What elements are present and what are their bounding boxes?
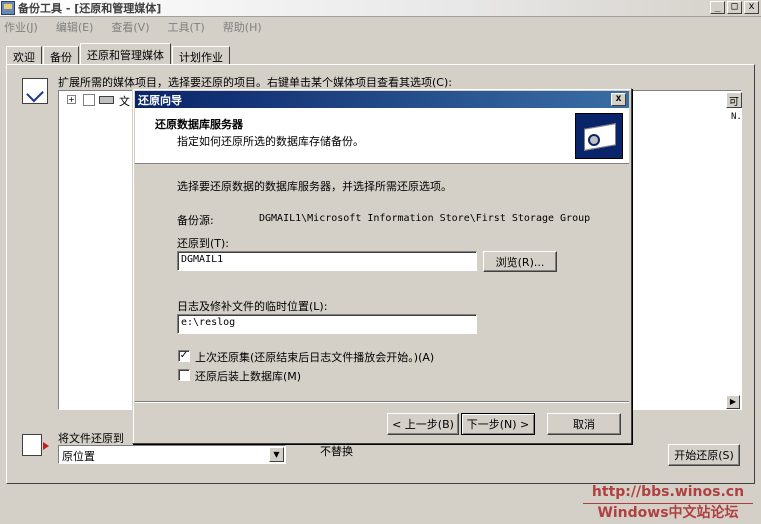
last-restore-set-checkbox[interactable]: ✓ xyxy=(178,350,190,362)
replace-option-text: 不替换 xyxy=(320,445,353,458)
restore-to-label: 将文件还原到 xyxy=(58,432,124,445)
start-restore-button[interactable]: 开始还原(S) xyxy=(668,444,740,466)
backup-app-icon xyxy=(1,1,15,15)
last-restore-set-label: 上次还原集(还原结束后日志文件播放会开始。)(A) xyxy=(195,351,435,364)
check-mark-icon: ✓ xyxy=(179,350,189,361)
menu-tools[interactable]: 工具(T) xyxy=(167,19,204,35)
restore-to-server-input[interactable]: DGMAIL1 xyxy=(177,251,477,271)
dialog-title: 还原向导 xyxy=(138,93,182,107)
restore-wizard-icon xyxy=(575,113,623,159)
watermark-url: http://bbs.winos.cn xyxy=(591,484,745,500)
minimize-icon[interactable]: _ xyxy=(710,1,725,14)
restore-wizard-dialog: 还原向导 x 还原数据库服务器 指定如何还原所选的数据库存储备份。 选择要还原数… xyxy=(132,88,632,444)
tab-welcome[interactable]: 欢迎 xyxy=(6,46,42,65)
cancel-button[interactable]: 取消 xyxy=(547,413,621,435)
back-button[interactable]: < 上一步(B) xyxy=(387,413,459,435)
window-title-bar: 备份工具 - [还原和管理媒体] _ □ x xyxy=(0,0,761,17)
tree-checkbox[interactable] xyxy=(83,94,95,106)
menu-edit[interactable]: 编辑(E) xyxy=(56,19,94,35)
maximize-icon[interactable]: □ xyxy=(727,1,742,14)
menu-view[interactable]: 查看(V) xyxy=(111,19,149,35)
backup-source-value: DGMAIL1\Microsoft Information Store\Firs… xyxy=(259,213,591,224)
dialog-header-subtitle: 指定如何还原所选的数据库存储备份。 xyxy=(177,135,364,148)
watermark-site: Windows中文站论坛 xyxy=(597,505,739,521)
expand-icon[interactable]: + xyxy=(67,95,76,104)
dialog-separator xyxy=(135,401,629,403)
dialog-instruction: 选择要还原数据的数据库服务器，并选择所需还原选项。 xyxy=(177,180,452,193)
temp-location-input[interactable]: e:\reslog xyxy=(177,314,477,334)
scroll-right-icon[interactable]: ▶ xyxy=(726,395,740,409)
restore-to-server-label: 还原到(T): xyxy=(177,237,230,250)
tab-strip: 欢迎 备份 还原和管理媒体 计划作业 xyxy=(6,43,231,65)
tab-restore[interactable]: 还原和管理媒体 xyxy=(80,43,171,65)
dialog-title-bar: 还原向导 x xyxy=(135,91,629,108)
backup-source-label: 备份源: xyxy=(177,214,214,227)
window-title: 备份工具 - [还原和管理媒体] xyxy=(18,2,162,15)
restore-location-value: 原位置 xyxy=(62,450,95,463)
mount-database-checkbox[interactable] xyxy=(178,369,190,381)
temp-location-label: 日志及修补文件的临时位置(L): xyxy=(177,300,328,313)
tape-drive-icon xyxy=(99,96,114,104)
checklist-icon xyxy=(22,78,48,104)
column-header[interactable]: 可 xyxy=(726,92,742,108)
close-icon[interactable]: x xyxy=(744,1,759,14)
next-button[interactable]: 下一步(N) > xyxy=(461,413,535,435)
mount-database-label: 还原后装上数据库(M) xyxy=(195,370,302,383)
dialog-close-icon[interactable]: x xyxy=(611,93,626,106)
column-value: N. xyxy=(731,112,742,122)
menu-help[interactable]: 帮助(H) xyxy=(223,19,262,35)
tree-item-label: 文 xyxy=(119,95,130,108)
menu-job[interactable]: 作业(J) xyxy=(4,19,38,35)
tab-schedule[interactable]: 计划作业 xyxy=(172,46,230,65)
browse-button[interactable]: 浏览(R)... xyxy=(483,251,557,272)
restore-file-icon xyxy=(22,434,49,456)
dialog-header-title: 还原数据库服务器 xyxy=(155,118,243,131)
menu-bar: 作业(J) 编辑(E) 查看(V) 工具(T) 帮助(H) xyxy=(0,17,761,37)
dialog-header: 还原数据库服务器 指定如何还原所选的数据库存储备份。 xyxy=(135,108,629,164)
tab-backup[interactable]: 备份 xyxy=(43,46,79,65)
restore-location-select[interactable]: 原位置 ▼ xyxy=(58,445,286,464)
watermark: http://bbs.winos.cn Windows中文站论坛 xyxy=(578,483,758,522)
chevron-down-icon[interactable]: ▼ xyxy=(269,447,284,462)
